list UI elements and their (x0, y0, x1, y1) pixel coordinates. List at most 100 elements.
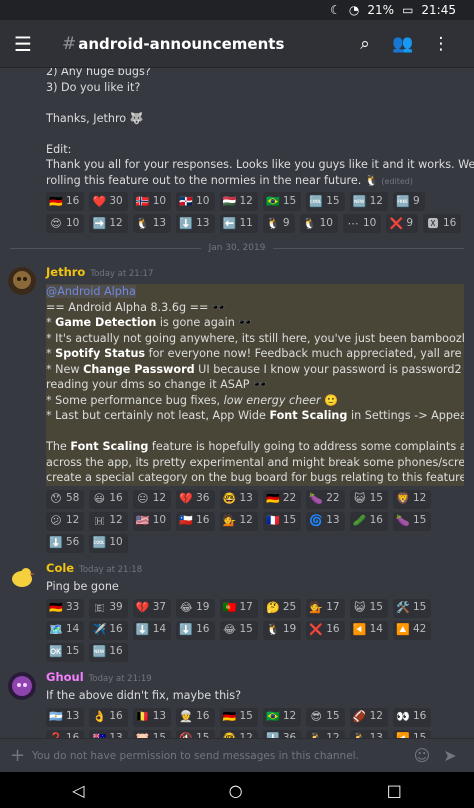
reaction-chip[interactable]: 🇧🇪 13 (132, 707, 172, 727)
attach-plus-icon[interactable]: + (10, 745, 32, 766)
reaction-chip[interactable]: ◀️ 14 (349, 620, 388, 640)
send-icon[interactable]: ➤ (436, 746, 464, 765)
home-icon[interactable]: ○ (229, 781, 243, 800)
reaction-chip[interactable]: 💁 12 (219, 511, 258, 531)
reaction-chip[interactable]: 🔇15 (176, 729, 215, 738)
reaction-chip[interactable]: 🆕 12 (349, 192, 388, 211)
reaction-chip[interactable]: 🏈 12 (349, 707, 388, 727)
reaction-chip[interactable]: ⬇️ 56 (46, 533, 85, 553)
reaction-chip[interactable]: 🗺️ 14 (46, 620, 85, 640)
reaction-chip[interactable]: 👌 16 (89, 707, 128, 727)
reaction-chip[interactable]: ✈️ 16 (89, 620, 128, 640)
reaction-chip[interactable]: 🤓 13 (219, 489, 258, 509)
reaction-chip[interactable]: ◀️15 (393, 729, 432, 738)
username-ghoul[interactable]: Ghoul (46, 670, 84, 684)
reaction-chip[interactable]: 🤔 25 (262, 598, 302, 618)
reaction-chip[interactable]: 🇧🇷 12 (262, 707, 302, 727)
emoji-icon[interactable]: ☺ (408, 746, 436, 765)
reaction-emoji-icon: 👀 (396, 710, 410, 724)
reaction-chip[interactable]: 🥒 16 (349, 511, 388, 531)
reaction-chip[interactable]: 🔼 42 (393, 620, 432, 640)
reaction-chip[interactable]: 🇩🇪 22 (262, 489, 302, 509)
reaction-chip[interactable]: ⬅️ 11 (219, 214, 258, 233)
reaction-chip[interactable]: ⋯ 10 (342, 214, 382, 233)
reaction-chip[interactable]: 🛠️ 15 (393, 598, 432, 618)
reaction-chip[interactable]: 🇦🇺13 (89, 729, 128, 738)
reaction-chip[interactable]: 🇭 12 (89, 511, 128, 531)
reaction-chip[interactable]: 🇫🇷 15 (262, 511, 302, 531)
reaction-chip[interactable]: 👀 16 (393, 707, 432, 727)
reaction-chip[interactable]: 😂 19 (176, 598, 215, 618)
reaction-chip[interactable]: 🆗 15 (46, 642, 85, 662)
reaction-chip[interactable]: 🐧13 (132, 214, 172, 233)
reaction-chip[interactable]: 🍆 22 (306, 489, 345, 509)
quote-text[interactable]: @Android Alpha (46, 285, 136, 298)
reaction-chip[interactable]: ⬇️ 14 (132, 620, 172, 640)
reaction-chip[interactable]: 😂 15 (219, 620, 258, 640)
reaction-chip[interactable]: 🍆 15 (393, 511, 432, 531)
avatar-jethro[interactable] (8, 266, 36, 295)
reaction-chip[interactable]: 😃 16 (89, 489, 128, 509)
reaction-emoji-icon: 🗺️ (49, 623, 63, 637)
reaction-chip[interactable]: 🆒 10 (89, 533, 128, 553)
reaction-chip[interactable]: 😺 15 (349, 598, 388, 618)
reaction-chip[interactable]: 🐧13 (349, 729, 388, 738)
reaction-chip[interactable]: 🌀 13 (306, 511, 345, 531)
reaction-chip[interactable]: 😕 12 (46, 511, 85, 531)
reaction-chip[interactable]: 💔 36 (176, 489, 215, 509)
reaction-chip[interactable]: 💁 17 (306, 598, 345, 618)
reaction-chip[interactable]: 🇦🇷 13 (46, 707, 85, 727)
reaction-chip[interactable]: 🇪 39 (89, 598, 128, 618)
reaction-chip[interactable]: ❌ 16 (306, 620, 345, 640)
reaction-chip[interactable]: 🐧 19 (262, 620, 302, 640)
hamburger-menu-icon[interactable]: ☰ (14, 32, 46, 56)
reaction-chip[interactable]: 🆓 9 (393, 192, 425, 211)
avatar-cole[interactable] (8, 562, 36, 591)
message-list[interactable]: 2) Any huge bugs? 3) Do you like it? Than… (0, 68, 474, 738)
reaction-chip[interactable]: 🇵🇹 17 (219, 598, 258, 618)
reaction-chip[interactable]: 🇩🇪 15 (219, 707, 258, 727)
reaction-chip[interactable]: 😯 58 (46, 489, 85, 509)
reaction-chip[interactable]: 🇩🇴 10 (176, 192, 215, 211)
reaction-chip[interactable]: 😐 12 (132, 489, 172, 509)
reaction-count: 16 (369, 514, 383, 527)
username-cole[interactable]: Cole (46, 561, 74, 575)
reaction-chip[interactable]: ⬇️ 16 (176, 620, 215, 640)
reaction-chip[interactable]: ❌ 9 (386, 214, 418, 233)
reaction-chip[interactable]: 🇳🇴 10 (132, 192, 172, 211)
avatar-ghoul[interactable] (8, 671, 36, 700)
reaction-chip[interactable]: 😺 15 (349, 489, 388, 509)
reaction-chip[interactable]: 🇨🇱 16 (176, 511, 215, 531)
reaction-count: 13 (152, 216, 167, 229)
reaction-chip[interactable]: 🆇 16 (423, 214, 462, 233)
reaction-chip[interactable]: 👳 16 (176, 707, 215, 727)
reaction-chip[interactable]: 🇭🇺 12 (219, 192, 258, 211)
back-icon[interactable]: ◁ (72, 781, 84, 800)
more-options-icon[interactable]: ⋮ (422, 34, 460, 54)
reaction-chip[interactable]: ⬇️36 (262, 729, 302, 738)
reaction-chip[interactable]: 🦁 12 (393, 489, 432, 509)
search-icon[interactable]: ⌕ (346, 34, 384, 54)
reaction-chip[interactable]: 🐧 9 (262, 214, 295, 233)
reaction-chip[interactable]: 🇩🇪 33 (46, 598, 85, 618)
reaction-chip[interactable]: 💔 37 (132, 598, 172, 618)
reaction-chip[interactable]: 🆒 15 (306, 192, 345, 211)
recents-icon[interactable]: □ (387, 781, 402, 800)
reaction-chip[interactable]: 🐷15 (132, 729, 172, 738)
reaction-chip[interactable]: 🆕 16 (89, 642, 128, 662)
reaction-chip[interactable]: 🐧12 (306, 729, 345, 738)
members-icon[interactable]: 👥 (384, 34, 422, 54)
reaction-chip[interactable]: 🇧🇷 15 (262, 192, 302, 211)
reaction-chip[interactable]: ❤️ 30 (89, 192, 128, 211)
message-input[interactable]: You do not have permission to send messa… (32, 750, 408, 762)
reaction-chip[interactable]: 🇩🇪 16 (46, 192, 85, 211)
reaction-chip[interactable]: 🇺🇸 10 (132, 511, 172, 531)
reaction-chip[interactable]: 😍 10 (46, 214, 85, 233)
reaction-chip[interactable]: ➡️ 12 (89, 214, 128, 233)
reaction-chip[interactable]: ❓16 (46, 729, 85, 738)
reaction-chip[interactable]: 😎 15 (306, 707, 345, 727)
username-jethro[interactable]: Jethro (46, 265, 85, 279)
reaction-chip[interactable]: 🐧 10 (299, 214, 338, 233)
reaction-chip[interactable]: 🤓12 (219, 729, 258, 738)
reaction-chip[interactable]: ⬇️ 13 (176, 214, 215, 233)
